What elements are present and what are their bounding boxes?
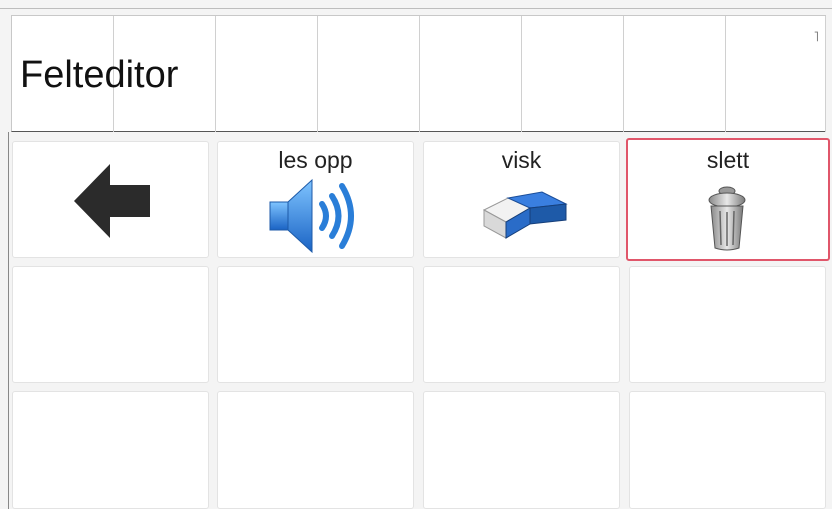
read-aloud-button[interactable]: les opp: [217, 141, 414, 258]
app-window: Felteditor ˥ les opp visk slett: [0, 0, 832, 509]
editor-cell: [522, 16, 624, 132]
editor-cell: [420, 16, 522, 132]
speaker-icon: [269, 178, 354, 254]
empty-tile[interactable]: [423, 391, 620, 509]
back-button[interactable]: [12, 141, 209, 258]
left-edge-line: [8, 132, 9, 509]
erase-label: visk: [501, 147, 542, 173]
empty-tile[interactable]: [629, 391, 826, 509]
empty-tile[interactable]: [12, 266, 209, 383]
editor-cell: [624, 16, 726, 132]
eraser-icon: [482, 191, 568, 239]
empty-tile[interactable]: [423, 266, 620, 383]
text-editor-field[interactable]: Felteditor ˥: [11, 15, 826, 132]
arrow-left-icon: [74, 164, 150, 238]
empty-tile[interactable]: [217, 266, 414, 383]
erase-button[interactable]: visk: [423, 141, 620, 258]
delete-label: slett: [706, 147, 750, 173]
editor-cell: [216, 16, 318, 132]
top-divider: [0, 8, 832, 9]
editor-cell: [726, 16, 826, 132]
editor-corner-mark: ˥: [813, 28, 819, 44]
trash-icon: [708, 186, 746, 251]
editor-text: Felteditor: [20, 54, 179, 96]
empty-tile[interactable]: [629, 266, 826, 383]
empty-tile[interactable]: [217, 391, 414, 509]
editor-cell: [318, 16, 420, 132]
read-aloud-label: les opp: [278, 147, 353, 173]
empty-tile[interactable]: [12, 391, 209, 509]
delete-button[interactable]: slett: [626, 138, 830, 261]
